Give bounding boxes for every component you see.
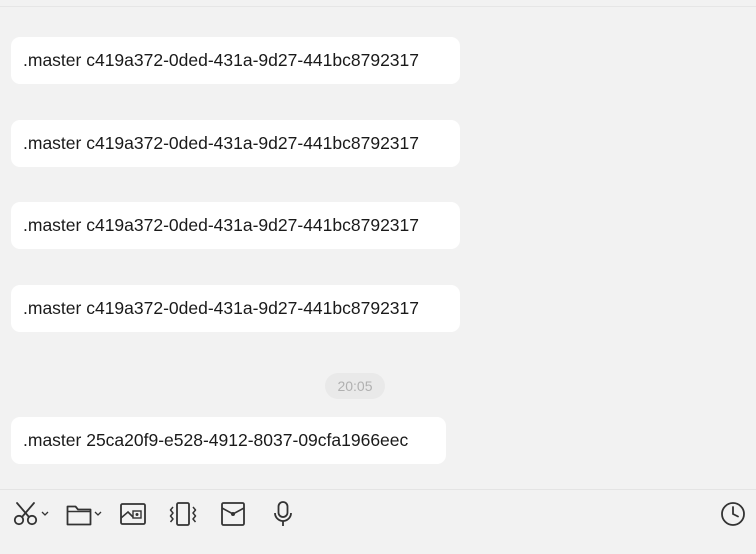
chevron-down-icon[interactable] (40, 498, 50, 530)
message-bubble[interactable]: .master c419a372-0ded-431a-9d27-441bc879… (11, 202, 460, 249)
red-envelope-icon (220, 498, 246, 530)
chat-history-button[interactable] (719, 498, 747, 530)
chat-window: .master c419a372-0ded-431a-9d27-441bc879… (0, 0, 756, 554)
vibrate-button[interactable] (168, 498, 198, 530)
history-clock-icon (719, 498, 747, 530)
folder-icon (65, 498, 93, 530)
message-list[interactable]: .master c419a372-0ded-431a-9d27-441bc879… (0, 7, 756, 489)
message-bubble[interactable]: .master c419a372-0ded-431a-9d27-441bc879… (11, 285, 460, 332)
send-file-button[interactable] (65, 498, 103, 530)
vibrate-icon (168, 498, 198, 530)
message-timestamp: 20:05 (325, 373, 385, 399)
red-envelope-button[interactable] (220, 498, 246, 530)
message-bubble[interactable]: .master 25ca20f9-e528-4912-8037-09cfa196… (11, 417, 446, 464)
chevron-down-icon[interactable] (93, 498, 103, 530)
voice-input-button[interactable] (270, 498, 296, 530)
screenshot-tool-button[interactable] (12, 498, 50, 530)
scissors-icon (12, 498, 40, 530)
message-bubble[interactable]: .master c419a372-0ded-431a-9d27-441bc879… (11, 120, 460, 167)
message-bubble[interactable]: .master c419a372-0ded-431a-9d27-441bc879… (11, 37, 460, 84)
microphone-icon (270, 498, 296, 530)
screenshot-icon (119, 498, 147, 530)
screenshot-button[interactable] (119, 498, 147, 530)
input-toolbar (0, 490, 756, 554)
